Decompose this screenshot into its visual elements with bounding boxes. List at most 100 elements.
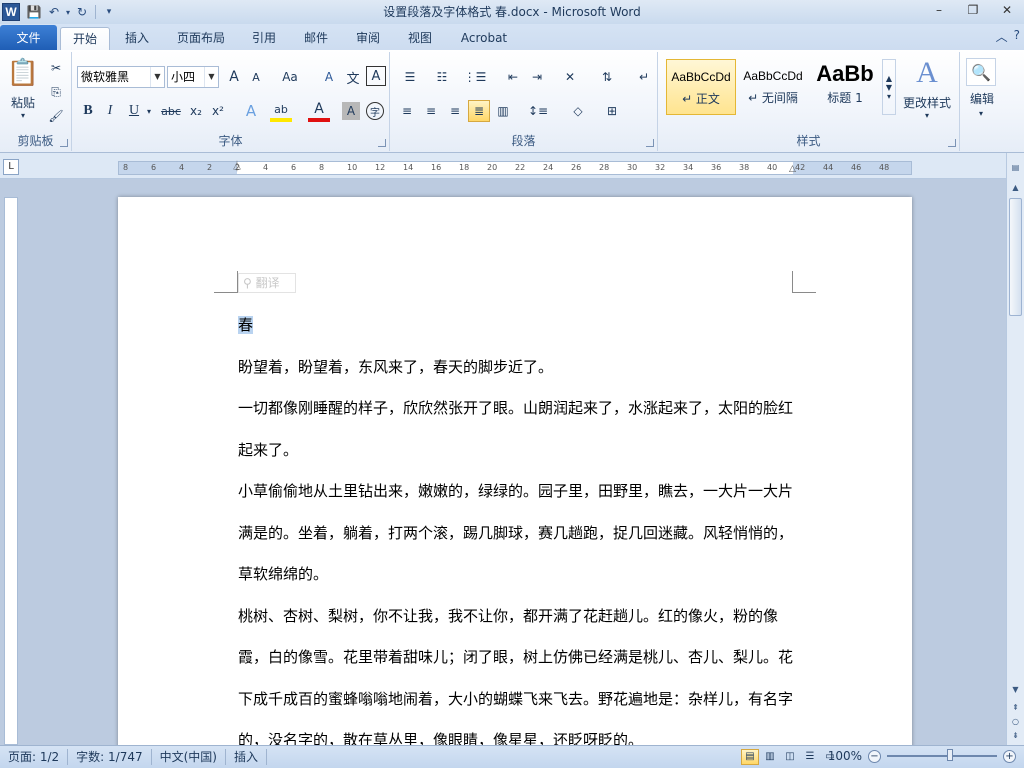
help-icon[interactable]: ? [1014, 28, 1020, 45]
print-layout-icon[interactable]: ▤ [741, 749, 759, 765]
tab-mailings[interactable]: 邮件 [294, 27, 338, 50]
text-effects-icon[interactable]: A [240, 100, 262, 122]
chevron-down-icon[interactable]: ▼ [150, 67, 164, 87]
web-layout-icon[interactable]: ◫ [781, 749, 799, 765]
style-heading-1[interactable]: AaBb 标题 1 [810, 59, 880, 115]
minimize-ribbon-icon[interactable]: ︿ [996, 28, 1008, 45]
subscript-button[interactable]: x₂ [186, 100, 206, 122]
chevron-down-icon[interactable]: ▼ [204, 67, 218, 87]
font-name-combo[interactable]: 微软雅黑 ▼ [77, 66, 165, 88]
vertical-ruler[interactable] [4, 197, 18, 745]
style-no-spacing[interactable]: AaBbCcDd ↵ 无间隔 [738, 59, 808, 115]
tab-insert[interactable]: 插入 [114, 27, 160, 50]
tab-file[interactable]: 文件 [0, 25, 57, 50]
shading-icon[interactable]: ◇ [564, 100, 592, 122]
line-spacing-icon[interactable]: ↕≡ [524, 100, 552, 122]
cut-icon[interactable]: ✂ [46, 58, 66, 78]
paste-dropdown-icon[interactable]: ▾ [6, 110, 40, 120]
zoom-in-icon[interactable]: + [1003, 749, 1016, 763]
save-icon[interactable]: 💾 [24, 2, 44, 22]
font-launcher-icon[interactable] [378, 139, 386, 147]
paragraph-launcher-icon[interactable] [646, 139, 654, 147]
chevron-down-icon[interactable]: ▼ [886, 83, 892, 92]
align-right-icon[interactable]: ≡ [444, 100, 466, 122]
styles-scroll[interactable]: ▲ ▼ ▾ [882, 59, 896, 115]
horizontal-ruler[interactable]: 8 6 4 2 2 4 6 8 10 12 14 16 18 20 22 24 26 28 30 32 34 36 38 40… [118, 161, 912, 175]
format-painter-icon[interactable]: 🖌 [46, 106, 66, 126]
doc-paragraph[interactable]: 小草偷偷地从土里钻出来，嫩嫩的，绿绿的。园子里，田野里，瞧去，一大片一大片满是的… [238, 471, 794, 596]
change-styles-button[interactable]: 更改样式 [896, 94, 958, 110]
selected-text[interactable]: 春 [238, 316, 254, 334]
numbering-icon[interactable]: ☷ [428, 66, 456, 88]
doc-paragraph[interactable]: 一切都像刚睡醒的样子，欣欣然张开了眼。山朗润起来了，水涨起来了，太阳的脸红起来了… [238, 388, 794, 471]
browse-object-icon[interactable]: ○ [1009, 715, 1022, 728]
doc-title[interactable]: 春 [238, 305, 794, 347]
italic-button[interactable]: I [100, 100, 120, 122]
underline-dropdown-icon[interactable]: ▾ [144, 100, 154, 122]
grow-font-icon[interactable]: A [224, 66, 244, 88]
tab-view[interactable]: 视图 [398, 27, 442, 50]
superscript-button[interactable]: x² [208, 100, 228, 122]
maximize-button[interactable]: ❐ [956, 0, 990, 20]
editing-button[interactable]: 编辑 [960, 90, 1004, 106]
undo-icon[interactable]: ↶ [44, 2, 64, 22]
find-icon[interactable]: 🔍 [966, 58, 996, 86]
doc-paragraph[interactable]: 桃树、杏树、梨树，你不让我，我不让你，都开满了花赶趟儿。红的像火，粉的像霞，白的… [238, 596, 794, 762]
tab-review[interactable]: 审阅 [346, 27, 390, 50]
editing-dropdown-icon[interactable]: ▾ [974, 108, 988, 118]
doc-paragraph[interactable]: 盼望着，盼望着，东风来了，春天的脚步近了。 [238, 347, 794, 389]
document-body[interactable]: 春 盼望着，盼望着，东风来了，春天的脚步近了。 一切都像刚睡醒的样子，欣欣然张开… [238, 305, 794, 762]
font-color-icon[interactable]: A [308, 100, 330, 122]
clipboard-launcher-icon[interactable] [60, 139, 68, 147]
decrease-indent-icon[interactable]: ⇤ [502, 66, 524, 88]
tab-selector[interactable]: L [3, 159, 19, 175]
change-case-icon[interactable]: Aa [276, 66, 304, 88]
status-language[interactable]: 中文(中国) [152, 749, 226, 765]
status-mode[interactable]: 插入 [226, 749, 268, 765]
scroll-down-icon[interactable]: ▼ [1009, 683, 1022, 696]
underline-button[interactable]: U [124, 100, 144, 122]
font-size-combo[interactable]: 小四 ▼ [167, 66, 219, 88]
chinese-layout-icon[interactable]: ✕ [556, 66, 584, 88]
borders-icon[interactable]: ⊞ [598, 100, 626, 122]
sort-icon[interactable]: ⇅ [596, 66, 618, 88]
char-shading-icon[interactable]: A [342, 102, 360, 120]
bold-button[interactable]: B [78, 100, 98, 122]
more-icon[interactable]: ▾ [887, 92, 891, 101]
style-normal[interactable]: AaBbCcDd ↵ 正文 [666, 59, 736, 115]
highlight-icon[interactable]: ab [270, 100, 292, 122]
shrink-font-icon[interactable]: A [246, 66, 266, 88]
increase-indent-icon[interactable]: ⇥ [526, 66, 548, 88]
indent-marker-icon[interactable]: ⏃ [232, 158, 242, 178]
scroll-thumb[interactable] [1009, 198, 1022, 316]
dropdown-arrow-icon[interactable]: ▾ [64, 2, 72, 22]
tab-references[interactable]: 引用 [242, 27, 286, 50]
redo-icon[interactable]: ↻ [72, 2, 92, 22]
word-logo-icon[interactable]: W [2, 3, 20, 21]
next-page-icon[interactable]: ⇟ [1009, 729, 1022, 742]
paste-icon[interactable]: 📋 [6, 56, 40, 90]
right-indent-icon[interactable]: △ [789, 164, 797, 174]
clear-format-icon[interactable]: A [318, 66, 340, 88]
status-words[interactable]: 字数: 1/747 [68, 749, 152, 765]
tab-home[interactable]: 开始 [60, 27, 110, 50]
tab-page-layout[interactable]: 页面布局 [166, 27, 236, 50]
justify-icon[interactable]: ≣ [468, 100, 490, 122]
minimize-button[interactable]: – [922, 0, 956, 20]
copy-icon[interactable]: ⎘ [46, 82, 66, 102]
strikethrough-button[interactable]: abc [158, 100, 184, 122]
enclose-char-icon[interactable]: 字 [366, 102, 384, 120]
chevron-up-icon[interactable]: ▲ [886, 74, 892, 83]
zoom-level[interactable]: 100% [828, 749, 862, 763]
char-border-icon[interactable]: A [366, 66, 386, 86]
change-styles-dropdown-icon[interactable]: ▾ [920, 110, 934, 120]
prev-page-icon[interactable]: ⇞ [1009, 701, 1022, 714]
zoom-slider[interactable] [887, 749, 997, 761]
ruler-toggle-icon[interactable]: ▤ [1009, 161, 1022, 174]
styles-launcher-icon[interactable] [948, 139, 956, 147]
scroll-up-icon[interactable]: ▲ [1009, 181, 1022, 194]
tab-acrobat[interactable]: Acrobat [452, 27, 516, 50]
change-styles-icon[interactable]: A [902, 56, 952, 90]
align-center-icon[interactable]: ≡ [420, 100, 442, 122]
outline-view-icon[interactable]: ☰ [801, 749, 819, 765]
